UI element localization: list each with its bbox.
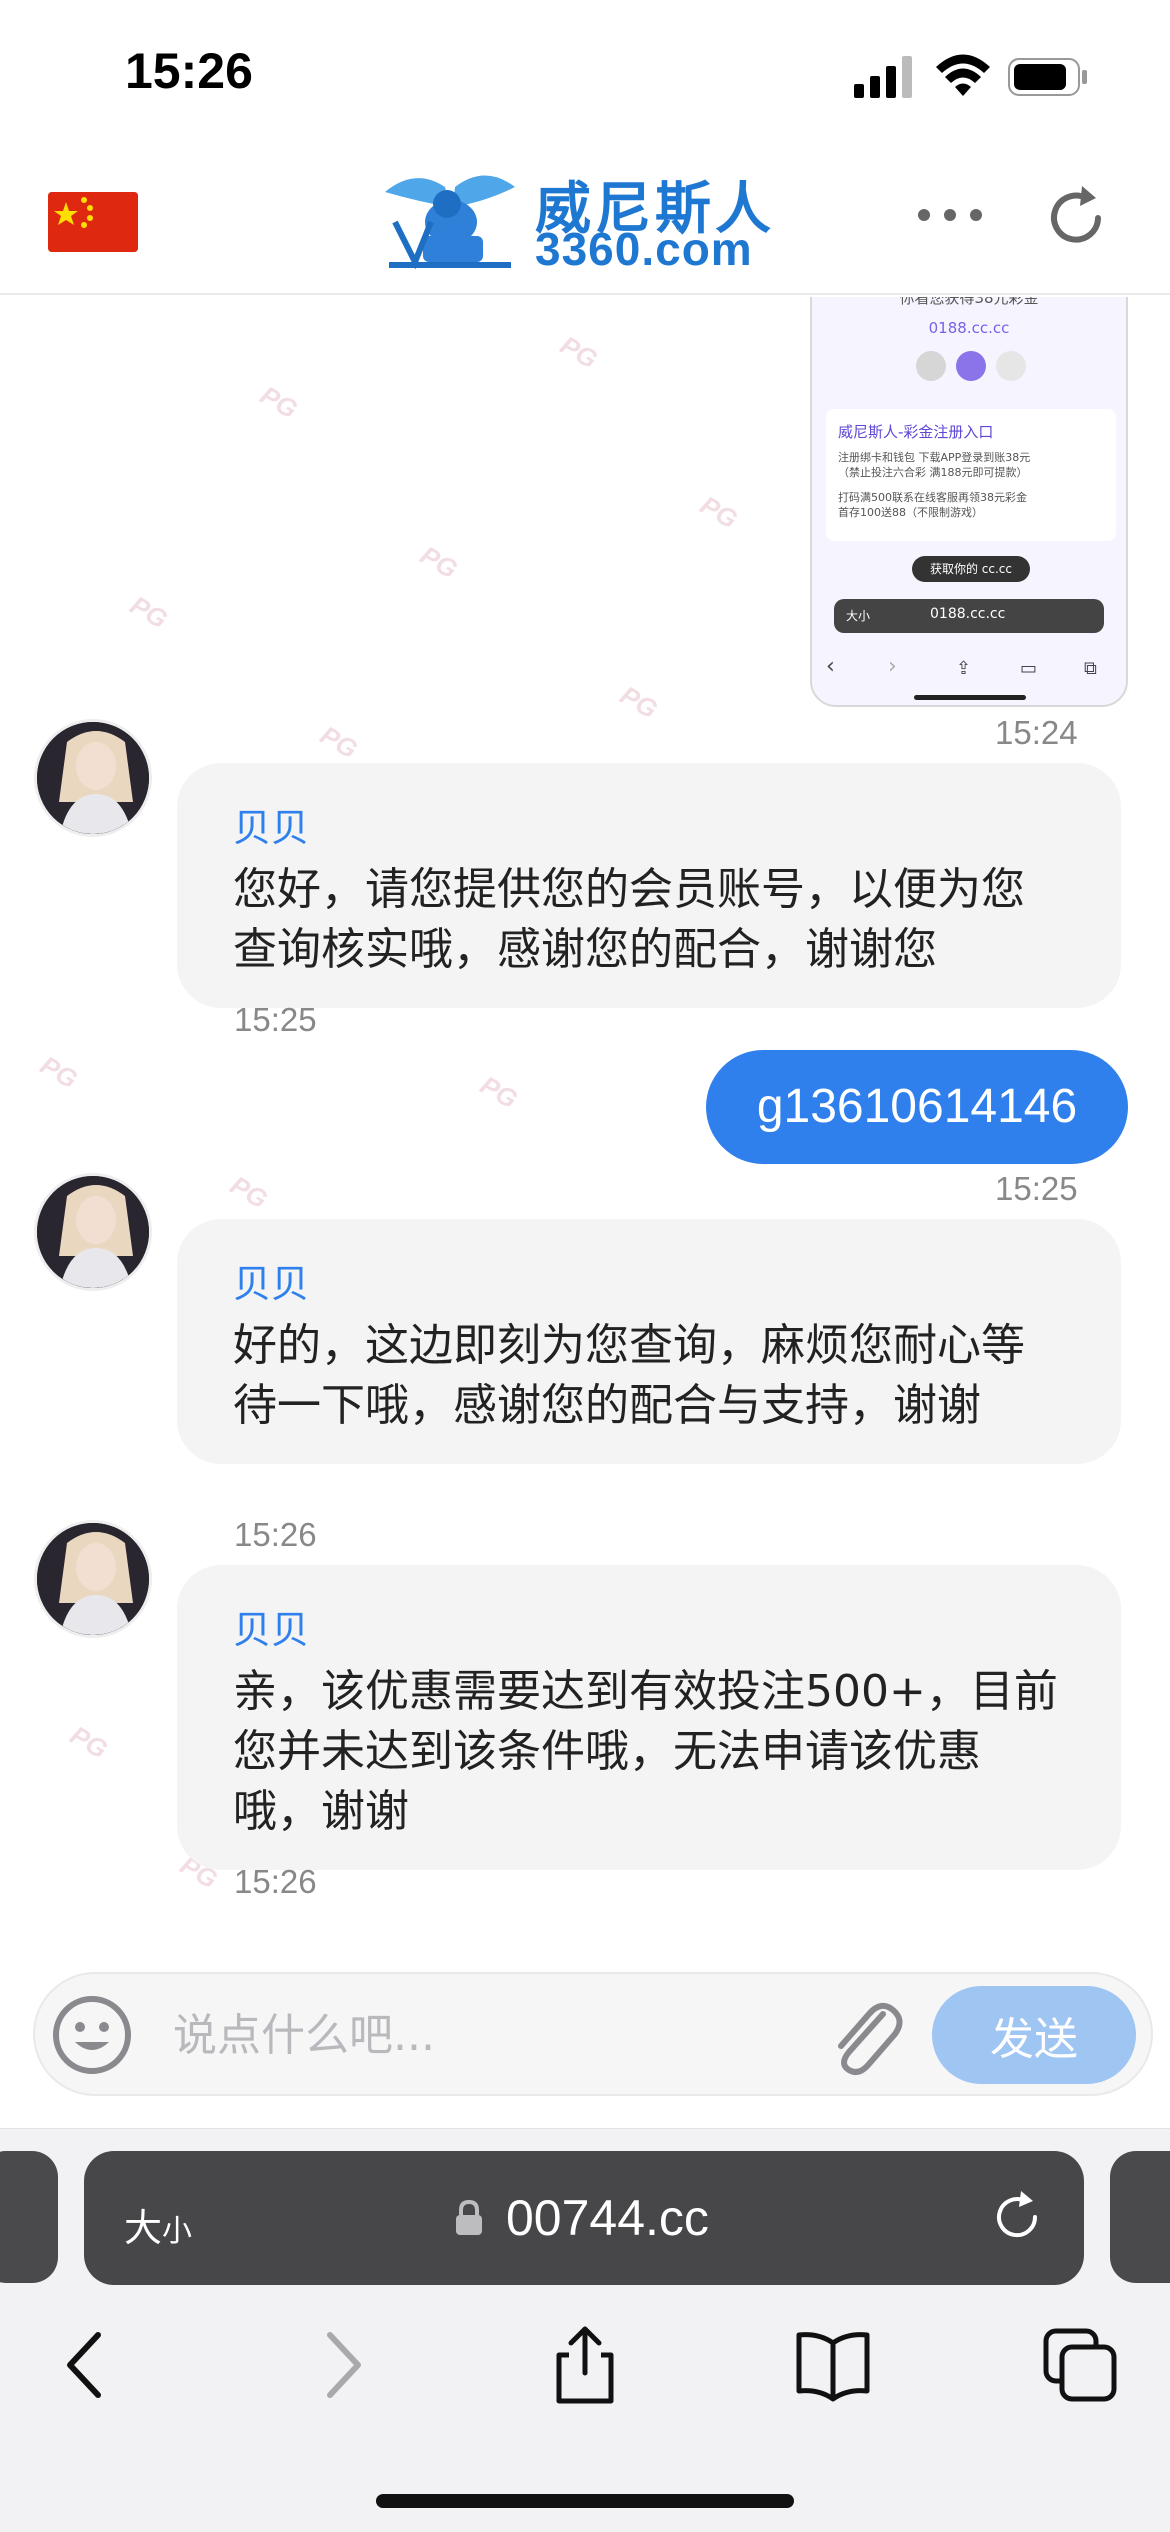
status-time: 15:26 [125, 43, 253, 99]
screenshot-card-title: 威尼斯人-彩金注册入口 [838, 423, 994, 441]
screenshot-heading: 你看您获得38元彩金 [899, 297, 1039, 307]
user-message-bubble: g13610614146 [706, 1050, 1128, 1164]
watermark: PG [555, 329, 603, 375]
watermark: PG [615, 679, 663, 725]
agent-avatar[interactable] [34, 719, 152, 837]
watermark: PG [415, 539, 463, 585]
bookmarks-icon[interactable] [793, 2325, 873, 2405]
address-bar[interactable]: 大小 00744.cc [84, 2151, 1084, 2285]
composer-area: 发送 [0, 1960, 1170, 2128]
watermark: PG [225, 1169, 273, 1215]
refresh-icon[interactable] [1042, 184, 1110, 252]
screenshot-share-icon: ⇪ [956, 658, 972, 679]
back-icon[interactable] [48, 2325, 128, 2405]
screenshot-home-indicator [914, 695, 1026, 700]
size-label: 大 [124, 2206, 163, 2250]
app-header: 威尼斯人 3360.com [0, 140, 1170, 295]
sender-name: 贝贝 [233, 1262, 310, 1306]
tabs-icon[interactable] [1040, 2325, 1120, 2405]
screenshot-button: 获取你的 cc.cc [912, 556, 1030, 582]
screenshot-url: 0188.cc.cc [928, 319, 1010, 337]
screenshot-card-line: 打码满500联系在线客服再领38元彩金 [838, 491, 1027, 504]
watermark: PG [65, 1719, 113, 1765]
watermark: PG [315, 719, 363, 765]
share-icon[interactable] [545, 2325, 625, 2405]
screenshot-forward-icon: › [888, 654, 897, 679]
screenshot-bookmarks-icon: ▭ [1020, 658, 1038, 679]
page-text-size-button[interactable]: 大小 [124, 2197, 192, 2252]
previous-tab-preview[interactable] [0, 2151, 58, 2283]
sender-name: 贝贝 [233, 806, 310, 850]
message-text: 您好，请您提供您的会员账号，以便为您查询核实哦，感谢您的配合，谢谢您 [233, 864, 1025, 975]
watermark: PG [255, 379, 303, 425]
screenshot-back-icon: ‹ [826, 654, 835, 679]
language-flag-icon[interactable] [48, 192, 138, 252]
screenshot-card: 威尼斯人-彩金注册入口 注册绑卡和钱包 下载APP登录到账38元 （禁止投注六合… [826, 409, 1116, 541]
status-bar: 15:26 [0, 0, 1170, 140]
circle-icon [996, 351, 1026, 381]
message-time: 15:24 [995, 714, 1078, 751]
reload-icon[interactable] [989, 2189, 1045, 2245]
send-button[interactable]: 发送 [932, 1986, 1136, 2084]
message-time: 15:26 [234, 1516, 317, 1553]
watermark: PG [35, 1049, 83, 1095]
screenshot-card-line: 注册绑卡和钱包 下载APP登录到账38元 [838, 451, 1031, 464]
address-url: 00744.cc [506, 2190, 709, 2246]
watermark: PG [475, 1069, 523, 1115]
browser-bottom-bar: 大小 00744.cc [0, 2128, 1170, 2532]
winged-lion-icon [385, 175, 515, 270]
message-composer: 发送 [33, 1972, 1153, 2096]
message-input[interactable] [173, 2004, 813, 2066]
agent-message-bubble: 贝贝 亲，该优惠需要达到有效投注500+，目前您并未达到该条件哦，无法申请该优惠… [177, 1565, 1121, 1870]
screenshot-size-label: 大小 [846, 609, 871, 623]
cellular-signal-icon [854, 56, 912, 98]
agent-avatar[interactable] [34, 1520, 152, 1638]
attachment-icon[interactable] [825, 1992, 905, 2076]
agent-message-bubble: 贝贝 您好，请您提供您的会员账号，以便为您查询核实哦，感谢您的配合，谢谢您 [177, 763, 1121, 1008]
emoji-icon[interactable] [51, 1994, 133, 2076]
message-text: 亲，该优惠需要达到有效投注500+，目前您并未达到该条件哦，无法申请该优惠哦，谢… [233, 1666, 1058, 1837]
lock-icon [456, 2199, 482, 2235]
watermark: PG [695, 489, 743, 535]
more-options-button[interactable] [918, 206, 998, 236]
chat-area[interactable]: PG PG PG PG PG PG PG PG PG PG PG PG PG P… [0, 297, 1170, 1960]
logo-domain: 3360.com [535, 223, 753, 275]
agent-message-bubble: 贝贝 好的，这边即刻为您查询，麻烦您耐心等待一下哦，感谢您的配合与支持，谢谢 [177, 1219, 1121, 1464]
agent-avatar[interactable] [34, 1173, 152, 1291]
message-time: 15:25 [995, 1170, 1078, 1207]
home-indicator [376, 2494, 794, 2508]
shared-screenshot[interactable]: 你看您获得38元彩金 0188.cc.cc 威尼斯人-彩金注册入口 注册绑卡和钱… [810, 297, 1128, 707]
watermark: PG [125, 589, 173, 635]
message-time: 15:26 [234, 1863, 317, 1900]
message-text: 好的，这边即刻为您查询，麻烦您耐心等待一下哦，感谢您的配合与支持，谢谢 [233, 1320, 1025, 1431]
size-label-small: 小 [162, 2214, 193, 2249]
wifi-icon [936, 54, 990, 96]
screenshot-card-line: （禁止投注六合彩 满188元即可提款） [838, 466, 1028, 479]
screenshot-address-bar: 大小 0188.cc.cc [834, 599, 1104, 633]
sender-name: 贝贝 [233, 1608, 310, 1652]
forward-icon[interactable] [300, 2325, 380, 2405]
phone-icon [916, 351, 946, 381]
dot-icon [944, 209, 956, 221]
message-time: 15:25 [234, 1001, 317, 1038]
screenshot-bar-url: 0188.cc.cc [930, 606, 1006, 622]
battery-icon [1008, 58, 1087, 96]
screenshot-tabs-icon: ⧉ [1084, 658, 1097, 679]
dot-icon [970, 209, 982, 221]
screenshot-card-line: 首存100送88（不限制游戏） [838, 506, 983, 519]
brand-logo: 威尼斯人 3360.com [375, 162, 795, 275]
next-tab-preview[interactable] [1110, 2151, 1170, 2283]
dot-icon [918, 209, 930, 221]
mail-icon [956, 351, 986, 381]
